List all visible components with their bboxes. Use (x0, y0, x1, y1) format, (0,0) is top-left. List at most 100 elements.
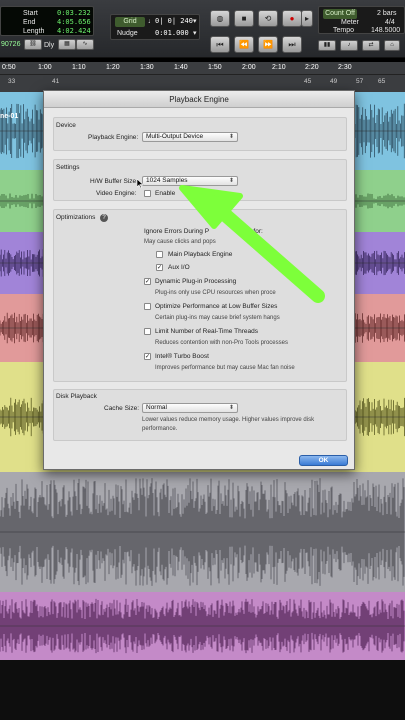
bar-tick: 33 (8, 78, 16, 85)
stop-button[interactable]: ■ (234, 10, 254, 27)
chevron-down-icon: ⬍ (228, 134, 234, 140)
bar-tick: 45 (304, 78, 312, 85)
tempo-label: Tempo (333, 27, 355, 34)
bar-tick: 49 (330, 78, 338, 85)
dynamic-plugin-checkbox[interactable]: ✓ (144, 278, 151, 285)
rewind-to-start-button[interactable]: ⏮ (210, 36, 230, 53)
cache-size-select[interactable]: Normal ⬍ (142, 403, 238, 413)
cache-size-label: Cache Size: (104, 405, 140, 412)
help-icon[interactable]: ? (100, 214, 108, 222)
waveform-button[interactable]: ∿ (76, 39, 94, 50)
tempo-value[interactable]: 148.5000 (371, 26, 400, 35)
playback-engine-value: Multi-Output Device (146, 133, 204, 140)
device-heading: Device (56, 122, 76, 129)
chevron-down-icon: ⬍ (228, 405, 234, 411)
meter-tempo-panel: Count Off 2 bars Meter 4/4 Tempo 148.500… (318, 6, 405, 34)
selection-counter: Start 0:03.232 End 4:05.656 Length 4:02.… (0, 6, 94, 36)
cache-size-value: Normal (146, 404, 167, 411)
ignore-errors-tail: d for: (248, 228, 263, 235)
time-tick: 1:00 (38, 64, 52, 71)
link-button[interactable]: ⛓ (24, 39, 42, 50)
code-readout: 90726 (1, 41, 21, 48)
bar-tick: 41 (52, 78, 60, 85)
play-button[interactable]: ▸ (301, 10, 313, 27)
start-label: Start (23, 10, 38, 17)
time-tick: 1:30 (140, 64, 154, 71)
limit-threads-note: Reduces contention with non-Pro Tools pr… (155, 340, 288, 346)
settings-heading: Settings (56, 164, 80, 171)
time-tick: 2:00 (242, 64, 256, 71)
conductor-button[interactable]: ♪ (340, 40, 358, 51)
tempo-edit-button[interactable]: ⇄ (362, 40, 380, 51)
bar-tick: 57 (356, 78, 364, 85)
ok-button[interactable]: OK (299, 455, 348, 466)
optimizations-heading: Optimizations (56, 214, 96, 221)
dynamic-plugin-label: Dynamic Plug-in Processing (155, 278, 237, 285)
metronome-button[interactable]: ⌂ (384, 40, 400, 51)
online-button[interactable]: ◍ (210, 10, 230, 27)
bar-tick: 65 (378, 78, 386, 85)
turbo-boost-checkbox[interactable]: ✓ (144, 353, 151, 360)
buffer-size-select[interactable]: 1024 Samples ⬍ (142, 176, 238, 186)
time-tick: 1:40 (174, 64, 188, 71)
nudge-dropdown-icon[interactable]: ▾ (193, 29, 197, 38)
timeline-ruler[interactable]: 0:50 1:00 1:10 1:20 1:30 1:40 1:50 2:00 … (0, 62, 405, 92)
disk-playback-heading: Disk Playback (56, 393, 97, 400)
buffer-size-label: H/W Buffer Size (90, 178, 137, 185)
grid-value[interactable]: 0| 0| 240 (155, 17, 193, 26)
ignore-errors-label: Ignore Errors During P (144, 228, 210, 235)
dynamic-plugin-note: Plug-ins only use CPU resources when pro… (155, 290, 276, 296)
grid-nudge-panel: Grid ♩ 0| 0| 240 ▾ Nudge 0:01.000 ▾ (110, 14, 200, 40)
time-tick: 1:20 (106, 64, 120, 71)
video-engine-enable-label: Enable (155, 190, 176, 197)
loop-button[interactable]: ⟲ (258, 10, 278, 27)
end-label: End (23, 19, 36, 26)
cache-size-note-2: performance. (142, 426, 178, 432)
grid-toggle-button[interactable]: ▦ (58, 39, 76, 50)
optimize-low-buffer-note: Certain plug-ins may cause brief system … (155, 315, 280, 321)
playback-engine-select[interactable]: Multi-Output Device ⬍ (142, 132, 238, 142)
video-engine-label: Video Engine: (96, 190, 137, 197)
grid-dropdown-icon[interactable]: ▾ (193, 17, 197, 26)
time-tick: 2:10 (272, 64, 286, 71)
click-button[interactable]: ▮▮ (318, 40, 336, 51)
limit-threads-checkbox[interactable] (144, 328, 151, 335)
waveform-magenta (0, 598, 405, 654)
bottom-empty-area (0, 660, 405, 720)
aux-io-checkbox[interactable]: ✓ (156, 264, 163, 271)
transport-bar: Start 0:03.232 End 4:05.656 Length 4:02.… (0, 0, 405, 58)
cache-size-note-1: Lower values reduce memory usage. Higher… (142, 417, 315, 423)
main-playback-checkbox[interactable] (156, 251, 163, 258)
track-name: ne-01 (0, 113, 19, 120)
mouse-pointer-icon (137, 179, 143, 188)
chevron-down-icon: ⬍ (228, 178, 234, 184)
nudge-value[interactable]: 0:01.000 (155, 29, 189, 38)
disk-playback-section (53, 389, 347, 441)
optimize-low-buffer-label: Optimize Performance at Low Buffer Sizes (155, 303, 278, 310)
length-label: Length (23, 28, 45, 35)
time-tick: 0:50 (2, 64, 16, 71)
fast-forward-button[interactable]: ⏩ (258, 36, 278, 53)
note-icon: ♩ (148, 18, 155, 25)
optimize-low-buffer-checkbox[interactable] (144, 303, 151, 310)
video-engine-checkbox[interactable] (144, 190, 151, 197)
dly-label: Dly (44, 42, 55, 49)
length-value[interactable]: 4:02.424 (57, 27, 91, 36)
aux-io-label: Aux I/O (168, 264, 190, 271)
time-tick: 1:10 (72, 64, 86, 71)
go-to-end-button[interactable]: ⏭ (282, 36, 302, 53)
turbo-boost-note: Improves performance but may cause Mac f… (155, 365, 295, 371)
rewind-button[interactable]: ⏪ (234, 36, 254, 53)
end-value[interactable]: 4:05.656 (57, 18, 91, 27)
turbo-boost-label: Intel® Turbo Boost (155, 353, 209, 360)
main-playback-label: Main Playback Engine (168, 251, 233, 258)
waveform-gray (0, 478, 405, 586)
start-value[interactable]: 0:03.232 (57, 9, 91, 18)
grid-label[interactable]: Grid (115, 17, 145, 27)
buffer-size-value: 1024 Samples (146, 177, 188, 184)
record-button[interactable]: ● (282, 10, 302, 27)
time-tick: 2:30 (338, 64, 352, 71)
may-cause-note: May cause clicks and pops (144, 239, 216, 245)
playback-engine-label: Playback Engine: (88, 134, 139, 141)
playback-engine-dialog: Playback Engine Device Playback Engine: … (43, 90, 355, 470)
